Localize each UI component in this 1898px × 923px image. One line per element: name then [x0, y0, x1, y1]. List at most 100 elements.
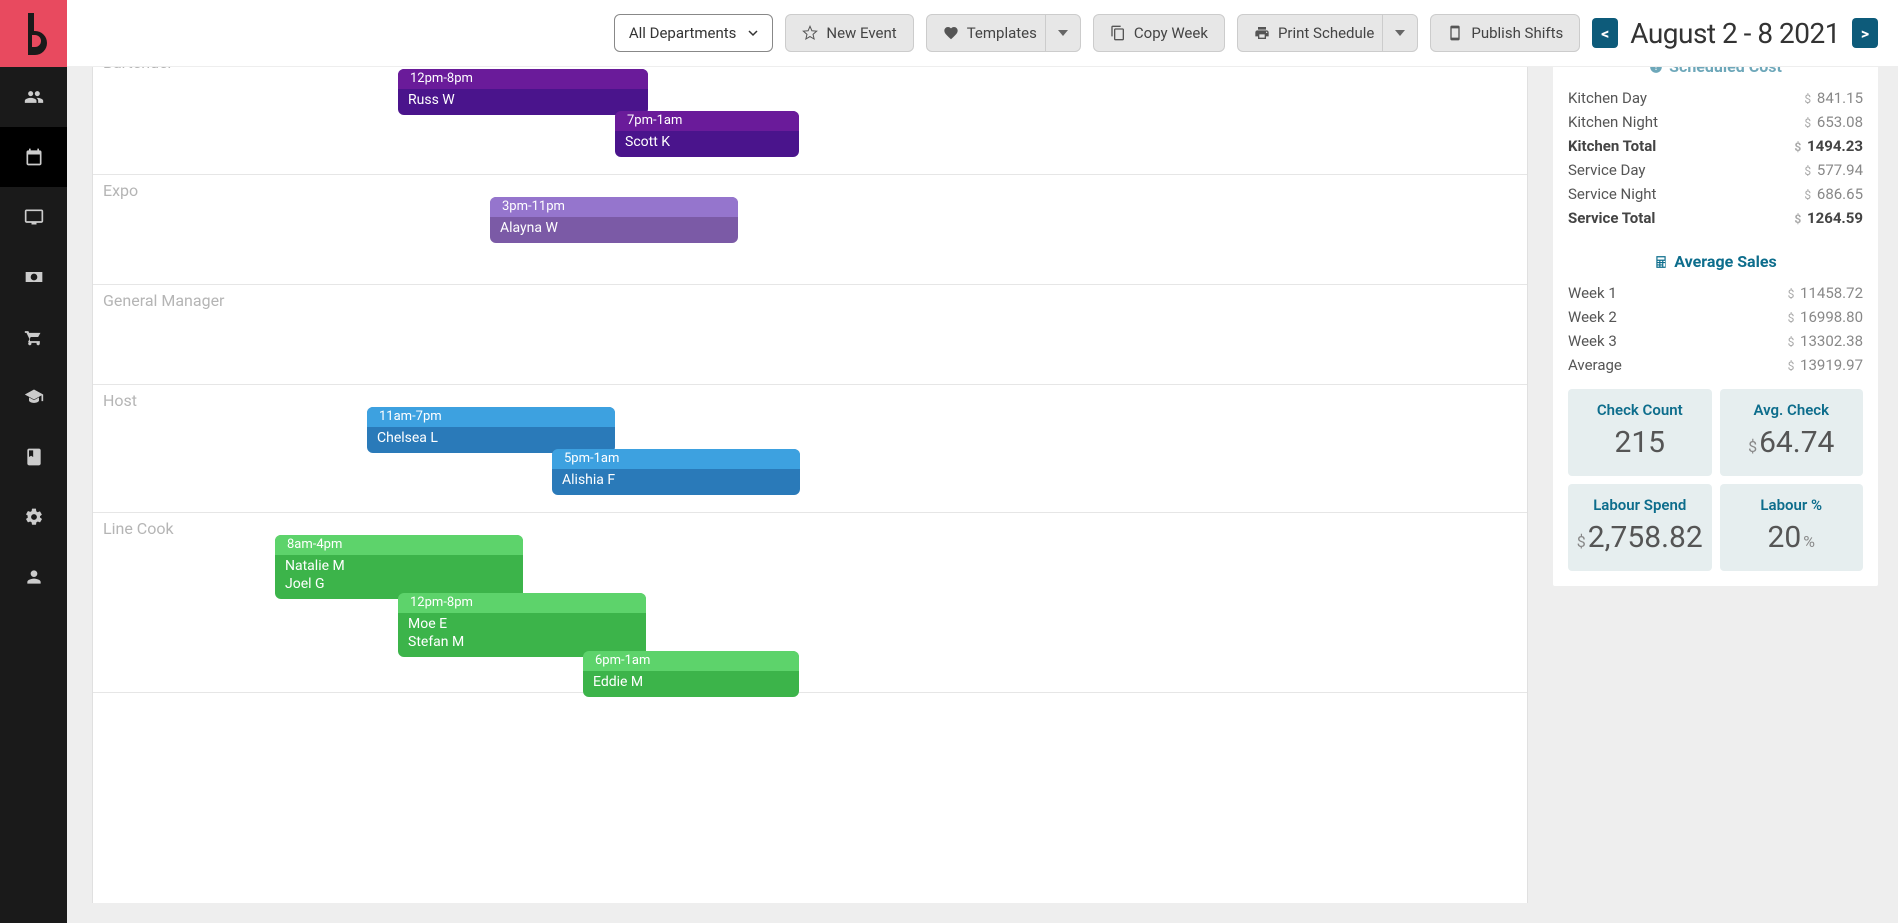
role-section[interactable]: Line Cook 8am-4pmNatalie MJoel G12pm-8pmM… [93, 513, 1527, 693]
avg-label: Week 3 [1568, 332, 1617, 350]
scheduled-cost-list: Kitchen Day $ 841.15Kitchen Night $ 653.… [1568, 86, 1863, 230]
stats-sidebar: Scheduled Cost Kitchen Day $ 841.15Kitch… [1553, 67, 1898, 923]
tile-label: Labour Spend [1576, 496, 1704, 514]
shift-block[interactable]: 3pm-11pmAlayna W [490, 197, 738, 243]
summary-grid: Check Count 215 Avg. Check $64.74 Labour… [1568, 389, 1863, 571]
date-range-nav: < August 2 - 8 2021 > [1592, 17, 1878, 50]
cost-row: Service Night $ 686.65 [1568, 182, 1863, 206]
next-week-button[interactable]: > [1852, 18, 1878, 48]
nav-user[interactable] [0, 547, 67, 607]
shift-block[interactable]: 7pm-1amScott K [615, 111, 799, 157]
nav-cart[interactable] [0, 307, 67, 367]
cost-label: Service Day [1568, 161, 1646, 179]
avg-sales-row: Week 2 $ 16998.80 [1568, 305, 1863, 329]
tile-value: 215 [1614, 425, 1665, 460]
cost-label: Kitchen Night [1568, 113, 1658, 131]
schedule-canvas[interactable]: Bartender 12pm-8pmRuss W7pm-1amScott K Exp… [92, 67, 1528, 903]
cost-row: Service Total $ 1264.59 [1568, 206, 1863, 230]
side-nav [0, 0, 67, 923]
percent-symbol: % [1803, 532, 1815, 551]
cost-row: Kitchen Night $ 653.08 [1568, 110, 1863, 134]
brand-logo[interactable] [0, 0, 67, 67]
copy-week-label: Copy Week [1134, 24, 1208, 42]
avg-value: $ 13302.38 [1788, 332, 1863, 350]
nav-display[interactable] [0, 187, 67, 247]
role-label: General Manager [103, 291, 224, 310]
schedule-column: Bartender 12pm-8pmRuss W7pm-1amScott K Exp… [67, 67, 1553, 923]
shift-time: 5pm-1am [552, 449, 800, 469]
shift-block[interactable]: 12pm-8pmRuss W [398, 69, 648, 115]
department-select-label: All Departments [629, 24, 737, 42]
main-content: Bartender 12pm-8pmRuss W7pm-1amScott K Exp… [67, 67, 1898, 923]
role-section[interactable]: Host11am-7pmChelsea L5pm-1amAlishia F [93, 385, 1527, 513]
avg-sales-title-text: Average Sales [1674, 252, 1776, 271]
cost-value: $ 1494.23 [1794, 137, 1863, 155]
print-schedule-button[interactable]: Print Schedule [1237, 14, 1418, 52]
copy-week-button[interactable]: Copy Week [1093, 14, 1225, 52]
nav-book[interactable] [0, 427, 67, 487]
cost-value: $ 577.94 [1804, 161, 1863, 179]
role-label: Expo [103, 181, 138, 200]
role-section[interactable]: Expo 3pm-11pmAlayna W [93, 175, 1527, 285]
cost-label: Service Night [1568, 185, 1656, 203]
nav-education[interactable] [0, 367, 67, 427]
tile-value: 20 [1768, 520, 1802, 555]
print-dropdown-toggle[interactable] [1382, 15, 1417, 51]
role-section[interactable]: General Manager [93, 285, 1527, 385]
scheduled-cost-card: Scheduled Cost Kitchen Day $ 841.15Kitch… [1553, 67, 1878, 586]
shift-block[interactable]: 5pm-1amAlishia F [552, 449, 800, 495]
cost-value: $ 653.08 [1804, 113, 1863, 131]
print-icon [1254, 25, 1270, 41]
shift-time: 3pm-11pm [490, 197, 738, 217]
avg-value: $ 13919.97 [1788, 356, 1863, 374]
tile-label: Avg. Check [1728, 401, 1856, 419]
cost-row: Kitchen Total $ 1494.23 [1568, 134, 1863, 158]
avg-value: $ 16998.80 [1788, 308, 1863, 326]
shift-block[interactable]: 6pm-1amEddie M [583, 651, 799, 697]
new-event-button[interactable]: New Event [785, 14, 913, 52]
tile-labour-pct: Labour % 20% [1720, 484, 1864, 571]
shift-employees: Alayna W [490, 217, 738, 243]
tile-label: Check Count [1576, 401, 1704, 419]
avg-sales-row: Week 1 $ 11458.72 [1568, 281, 1863, 305]
templates-dropdown-toggle[interactable] [1045, 15, 1080, 51]
shift-block[interactable]: 8am-4pmNatalie MJoel G [275, 535, 523, 599]
role-section[interactable]: Bartender 12pm-8pmRuss W7pm-1amScott K [93, 67, 1527, 175]
calculator-icon [1654, 255, 1668, 269]
role-label: Bartender [103, 67, 173, 72]
avg-label: Week 2 [1568, 308, 1617, 326]
shift-block[interactable]: 11am-7pmChelsea L [367, 407, 615, 453]
publish-shifts-label: Publish Shifts [1471, 24, 1563, 42]
shift-employees: Scott K [615, 131, 799, 157]
shift-employees: Russ W [398, 89, 648, 115]
avg-label: Week 1 [1568, 284, 1617, 302]
caret-down-icon [1058, 30, 1068, 36]
tile-value: 2,758.82 [1588, 520, 1703, 555]
avg-sales-row: Week 3 $ 13302.38 [1568, 329, 1863, 353]
nav-settings[interactable] [0, 487, 67, 547]
scheduled-cost-title: Scheduled Cost [1568, 67, 1863, 76]
tile-avg-check: Avg. Check $64.74 [1720, 389, 1864, 476]
scheduled-cost-title-text: Scheduled Cost [1669, 67, 1782, 76]
nav-calendar[interactable] [0, 127, 67, 187]
copy-icon [1110, 25, 1126, 41]
nav-people[interactable] [0, 67, 67, 127]
templates-button[interactable]: Templates [926, 14, 1081, 52]
date-range-label: August 2 - 8 2021 [1630, 17, 1840, 50]
avg-sales-title: Average Sales [1568, 252, 1863, 271]
shift-time: 11am-7pm [367, 407, 615, 427]
publish-shifts-button[interactable]: Publish Shifts [1430, 14, 1580, 52]
shift-time: 12pm-8pm [398, 69, 648, 89]
new-event-label: New Event [826, 24, 896, 42]
nav-money[interactable] [0, 247, 67, 307]
tile-value: 64.74 [1759, 425, 1834, 460]
department-select[interactable]: All Departments [614, 14, 774, 52]
prev-week-button[interactable]: < [1592, 18, 1618, 48]
role-label: Line Cook [103, 519, 174, 538]
toolbar: All Departments New Event Templates Copy… [67, 0, 1898, 67]
tile-labour-spend: Labour Spend $2,758.82 [1568, 484, 1712, 571]
cost-row: Service Day $ 577.94 [1568, 158, 1863, 182]
templates-label: Templates [967, 24, 1037, 42]
cost-row: Kitchen Day $ 841.15 [1568, 86, 1863, 110]
shift-block[interactable]: 12pm-8pmMoe EStefan M [398, 593, 646, 657]
